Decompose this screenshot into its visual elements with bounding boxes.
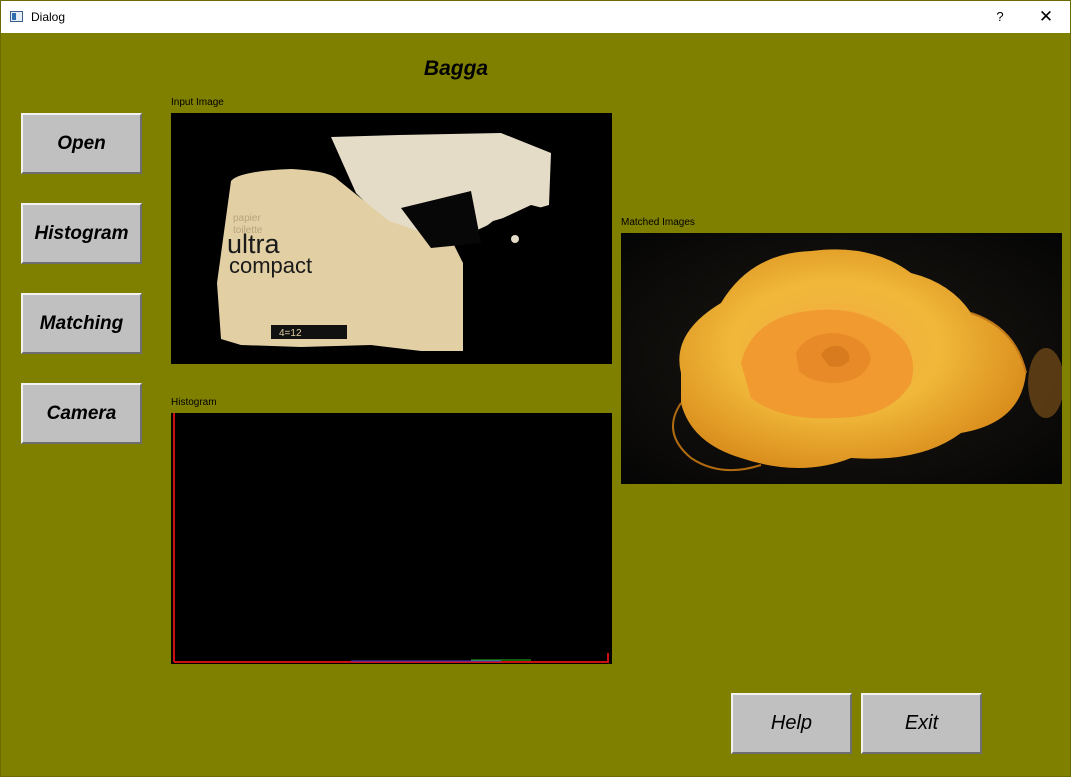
matched-images-label: Matched Images xyxy=(621,217,695,228)
histogram-plot xyxy=(171,413,612,664)
badge-text: 4=12 xyxy=(279,328,302,339)
exit-button[interactable]: Exit xyxy=(861,693,982,754)
matching-button[interactable]: Matching xyxy=(21,293,142,354)
close-icon[interactable]: ✕ xyxy=(1023,1,1069,33)
histogram-label: Histogram xyxy=(171,397,217,408)
compact-text: compact xyxy=(229,253,312,278)
open-button[interactable]: Open xyxy=(21,113,142,174)
window-title: Dialog xyxy=(31,10,66,24)
page-title: Bagga xyxy=(423,57,489,80)
help-icon[interactable]: ? xyxy=(977,1,1023,33)
matched-image-panel xyxy=(621,233,1062,484)
title-bar[interactable]: Dialog ? ✕ xyxy=(1,1,1070,33)
dialog-window: Dialog ? ✕ Bagga Open Histogram Matching… xyxy=(0,0,1071,777)
input-image-panel: papier toilette ultra compact 4=12 xyxy=(171,113,612,364)
help-button[interactable]: Help xyxy=(731,693,852,754)
small-text-1: papier xyxy=(233,213,261,224)
histogram-panel xyxy=(171,413,612,664)
app-icon xyxy=(10,11,23,22)
input-image: papier toilette ultra compact 4=12 xyxy=(171,113,612,364)
matched-image xyxy=(621,233,1062,484)
camera-button[interactable]: Camera xyxy=(21,383,142,444)
histogram-button[interactable]: Histogram xyxy=(21,203,142,264)
input-image-label: Input Image xyxy=(171,97,224,108)
